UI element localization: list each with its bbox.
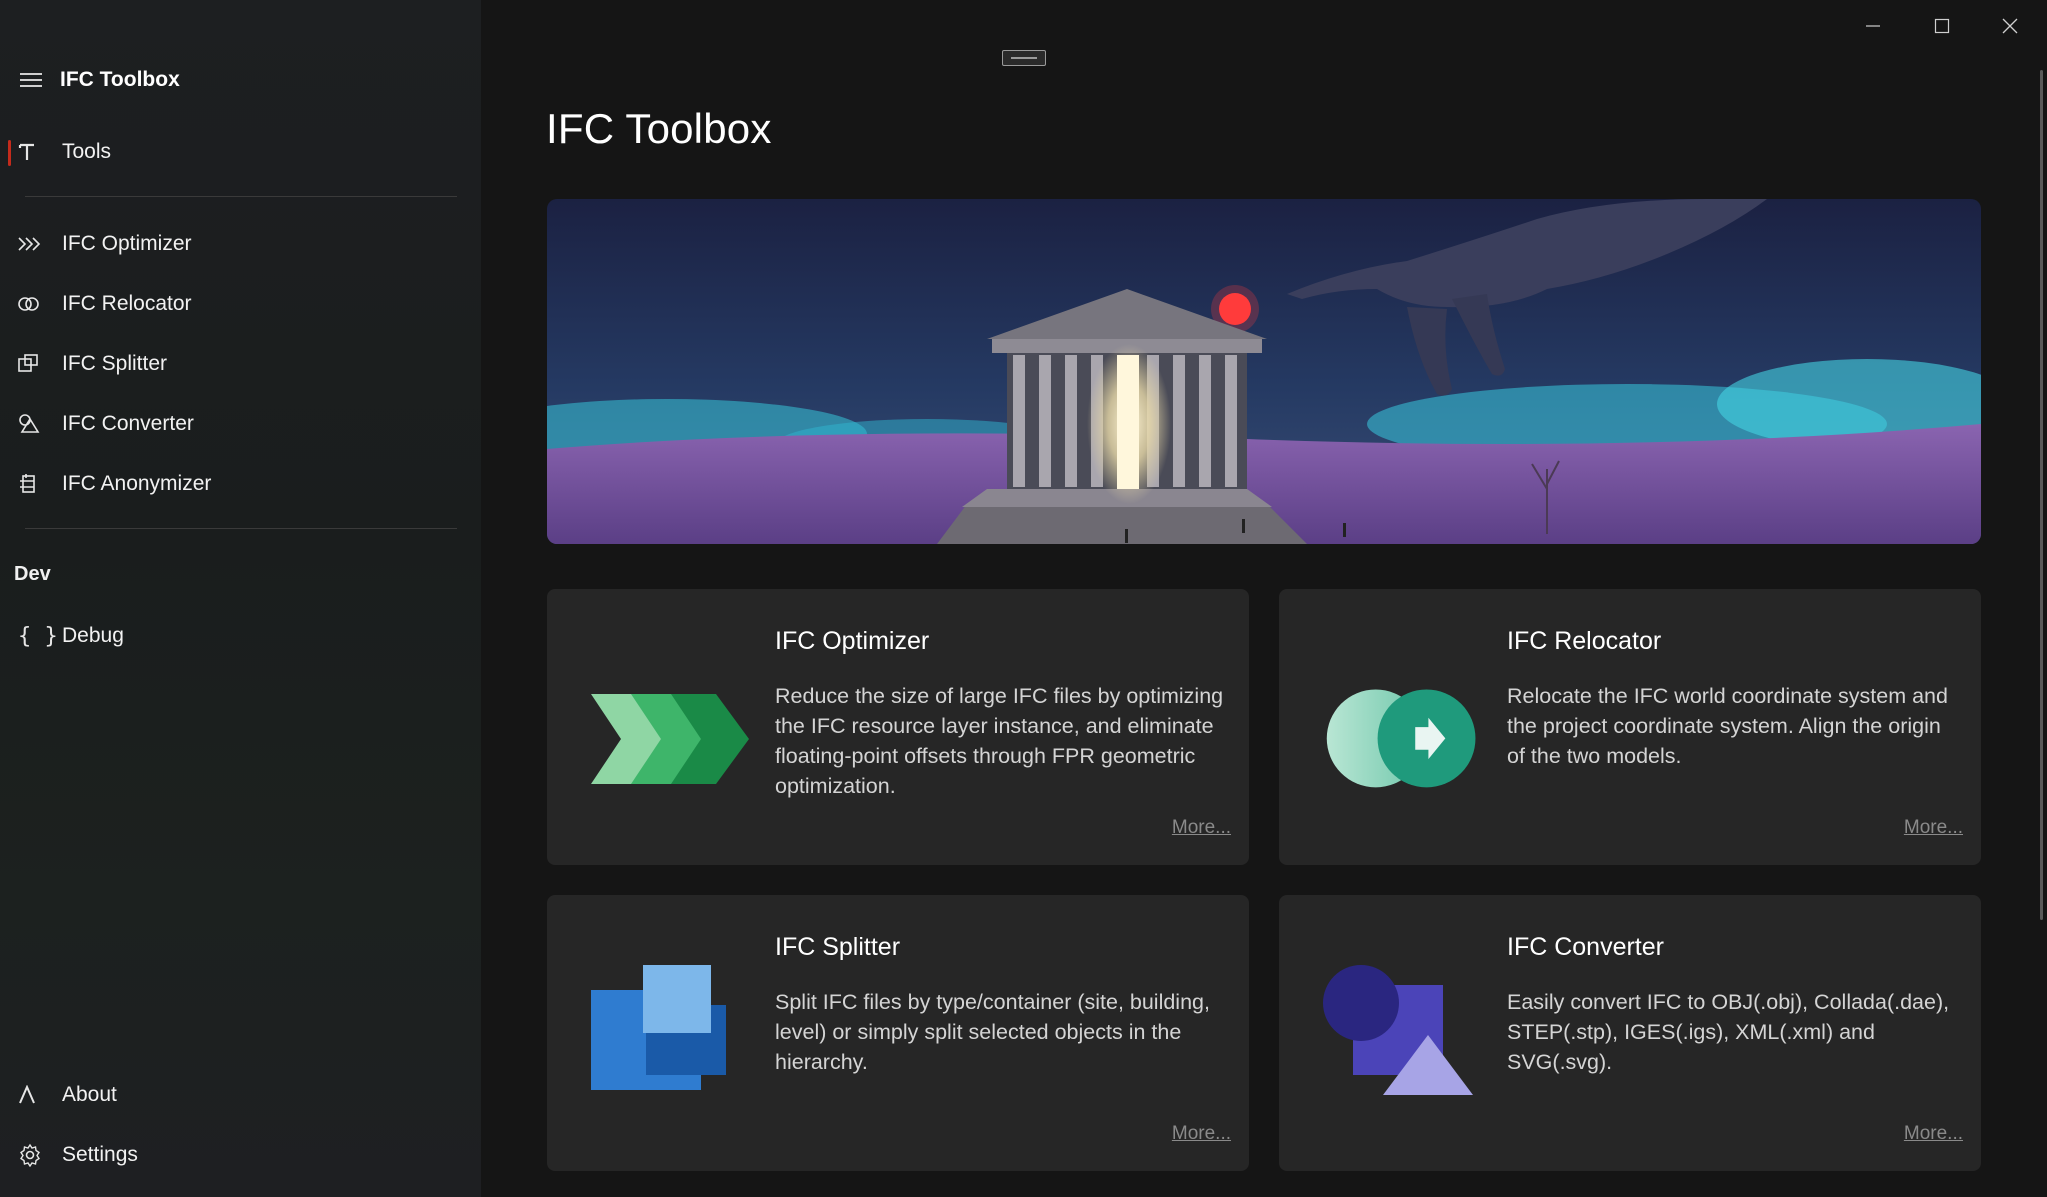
nav-item-ifc-splitter[interactable]: IFC Splitter <box>8 338 468 390</box>
nav-item-ifc-converter[interactable]: IFC Converter <box>8 398 468 450</box>
optimizer-chevrons-icon <box>591 694 749 784</box>
splitter-squares-icon <box>18 354 62 374</box>
card-title: IFC Splitter <box>775 933 901 961</box>
gear-icon <box>18 1143 62 1167</box>
nav-item-ifc-anonymizer[interactable]: IFC Anonymizer <box>8 458 468 510</box>
relocator-circles-icon <box>18 296 62 312</box>
drag-handle[interactable] <box>1002 50 1046 66</box>
text-t-icon <box>18 142 62 162</box>
nav-item-label: IFC Anonymizer <box>62 472 212 495</box>
tool-card-ifc-optimizer[interactable]: IFC Optimizer Reduce the size of large I… <box>547 589 1249 865</box>
nav-item-label: IFC Relocator <box>62 292 192 315</box>
hamburger-menu-icon[interactable] <box>20 73 42 87</box>
pane-header: IFC Toolbox <box>20 62 180 98</box>
card-description: Reduce the size of large IFC files by op… <box>775 684 1224 798</box>
card-title: IFC Relocator <box>1507 627 1662 655</box>
nav-item-label: IFC Splitter <box>62 352 168 375</box>
more-link[interactable]: More... <box>1172 1123 1231 1145</box>
nav-divider <box>25 196 457 197</box>
splitter-squares-icon <box>591 965 726 1090</box>
more-link[interactable]: More... <box>1172 817 1231 839</box>
card-description: Easily convert IFC to OBJ(.obj), Collada… <box>1507 990 1950 1074</box>
optimizer-chevrons-icon <box>18 237 62 251</box>
nav-item-label: Debug <box>62 624 124 647</box>
nav-divider <box>25 528 457 529</box>
nav-item-debug[interactable]: { } Debug <box>8 610 468 662</box>
maximize-button[interactable] <box>1912 10 1972 42</box>
card-title: IFC Optimizer <box>775 627 930 655</box>
nav-item-about[interactable]: About <box>8 1069 468 1121</box>
converter-shapes-icon <box>1323 965 1473 1095</box>
anonymizer-icon <box>18 473 62 495</box>
braces-icon: { } <box>18 623 58 649</box>
page-title: IFC Toolbox <box>546 105 772 152</box>
nav-item-label: IFC Optimizer <box>62 232 192 255</box>
hero-banner-image <box>547 199 1981 544</box>
more-link[interactable]: More... <box>1904 817 1963 839</box>
main-content: IFC Toolbox IFC Optimizer Reduce the siz… <box>481 0 2047 1197</box>
section-header-dev: Dev <box>14 563 51 585</box>
card-title: IFC Converter <box>1507 933 1664 961</box>
close-button[interactable] <box>1980 10 2040 42</box>
card-description: Relocate the IFC world coordinate system… <box>1507 684 1948 768</box>
vertical-scrollbar[interactable] <box>2040 70 2043 920</box>
pane-title: IFC Toolbox <box>60 68 180 91</box>
nav-item-ifc-optimizer[interactable]: IFC Optimizer <box>8 218 468 270</box>
tool-card-ifc-converter[interactable]: IFC Converter Easily convert IFC to OBJ(… <box>1279 895 1981 1171</box>
relocator-circles-icon <box>1326 689 1476 788</box>
nav-item-label: IFC Converter <box>62 412 194 435</box>
minimize-icon <box>1866 25 1880 27</box>
maximize-icon <box>1934 18 1950 34</box>
lambda-icon <box>18 1085 62 1105</box>
nav-item-label: About <box>62 1083 117 1106</box>
tool-card-ifc-relocator[interactable]: IFC Relocator Relocate the IFC world coo… <box>1279 589 1981 865</box>
tool-card-ifc-splitter[interactable]: IFC Splitter Split IFC files by type/con… <box>547 895 1249 1171</box>
nav-item-ifc-relocator[interactable]: IFC Relocator <box>8 278 468 330</box>
nav-item-tools[interactable]: Tools <box>8 126 468 178</box>
nav-item-label: Tools <box>62 140 112 163</box>
card-description: Split IFC files by type/container (site,… <box>775 990 1210 1074</box>
minimize-button[interactable] <box>1843 10 1903 42</box>
nav-item-settings[interactable]: Settings <box>8 1129 468 1181</box>
nav-item-label: Settings <box>62 1143 138 1166</box>
navigation-pane: IFC Toolbox Tools IFC Optimizer IFC Relo… <box>0 0 481 1197</box>
more-link[interactable]: More... <box>1904 1123 1963 1145</box>
converter-shapes-icon <box>18 414 62 434</box>
close-icon <box>2002 18 2018 34</box>
